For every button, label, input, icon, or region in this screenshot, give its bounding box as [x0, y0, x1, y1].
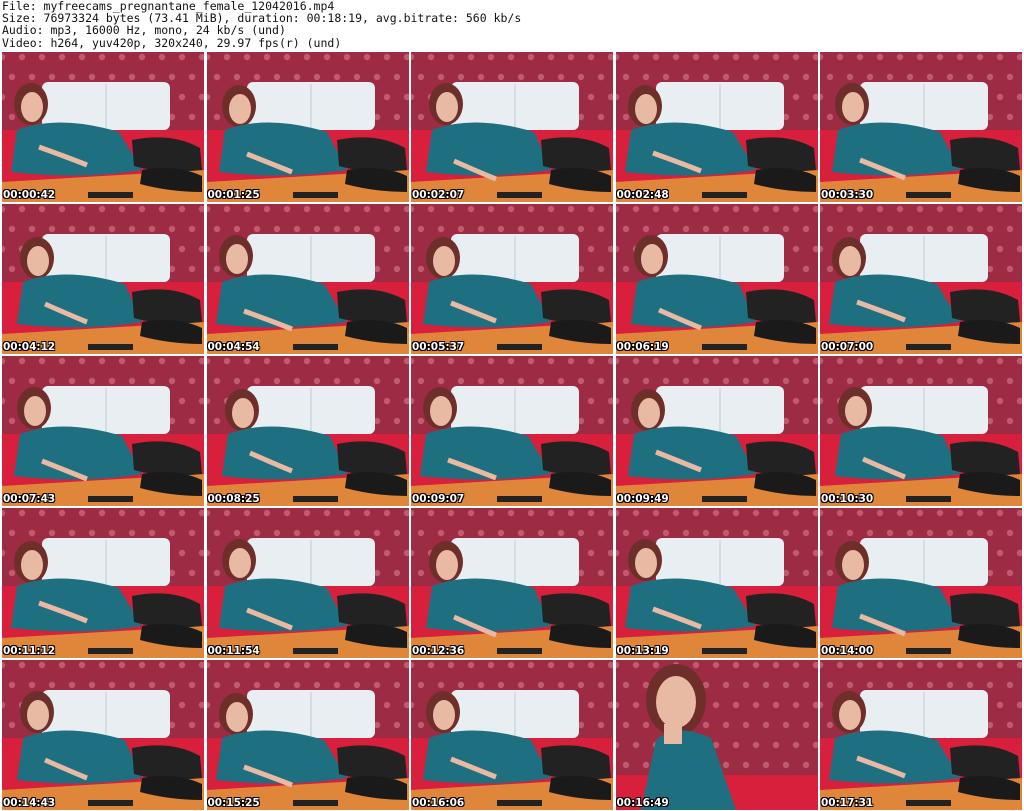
video-thumbnail: 00:09:07: [411, 356, 613, 506]
video-thumbnail: 00:01:25: [206, 52, 409, 202]
video-thumbnail: 00:09:49: [615, 356, 818, 506]
video-thumbnail: 00:16:49: [615, 660, 818, 810]
thumbnail-timestamp: 00:14:00: [821, 645, 874, 657]
thumbnail-timestamp: 00:00:42: [3, 189, 56, 201]
thumbnail-timestamp: 00:02:48: [616, 189, 669, 201]
video-thumbnail: 00:13:19: [615, 508, 818, 658]
thumbnail-timestamp: 00:04:12: [3, 341, 56, 353]
video-thumbnail: 00:05:37: [411, 204, 613, 354]
thumbnail-timestamp: 00:16:49: [616, 797, 669, 809]
video-thumbnail: 00:07:43: [2, 356, 204, 506]
video-thumbnail: 00:12:36: [411, 508, 613, 658]
thumbnail-timestamp: 00:07:00: [821, 341, 874, 353]
video-thumbnail: 00:11:54: [206, 508, 409, 658]
video-thumbnail: 00:16:06: [411, 660, 613, 810]
video-thumbnail: 00:03:30: [820, 52, 1022, 202]
video-thumbnail: 00:10:30: [820, 356, 1022, 506]
video-thumbnail: 00:14:43: [2, 660, 204, 810]
video-thumbnail: 00:00:42: [2, 52, 204, 202]
video-thumbnail: 00:11:12: [2, 508, 204, 658]
thumbnail-grid: 00:00:42 00:01:25 00:02:07 00:02:48 00:0…: [2, 52, 1022, 810]
thumbnail-timestamp: 00:04:54: [207, 341, 260, 353]
thumbnail-timestamp: 00:06:19: [616, 341, 669, 353]
thumbnail-timestamp: 00:09:07: [412, 493, 465, 505]
video-thumbnail: 00:15:25: [206, 660, 409, 810]
thumbnail-timestamp: 00:13:19: [616, 645, 669, 657]
thumbnail-timestamp: 00:02:07: [412, 189, 465, 201]
thumbnail-timestamp: 00:12:36: [412, 645, 465, 657]
video-thumbnail: 00:14:00: [820, 508, 1022, 658]
thumbnail-timestamp: 00:10:30: [821, 493, 874, 505]
video-thumbnail: 00:02:48: [615, 52, 818, 202]
thumbnail-timestamp: 00:05:37: [412, 341, 465, 353]
thumbnail-timestamp: 00:03:30: [821, 189, 874, 201]
audio-info-line: Audio: mp3, 16000 Hz, mono, 24 kb/s (und…: [2, 23, 286, 38]
thumbnail-timestamp: 00:07:43: [3, 493, 56, 505]
thumbnail-timestamp: 00:16:06: [412, 797, 465, 809]
video-info-line: Video: h264, yuv420p, 320x240, 29.97 fps…: [2, 35, 342, 50]
video-thumbnail: 00:04:54: [206, 204, 409, 354]
thumbnail-timestamp: 00:01:25: [207, 189, 260, 201]
thumbnail-timestamp: 00:11:12: [3, 645, 56, 657]
video-thumbnail: 00:07:00: [820, 204, 1022, 354]
thumbnail-timestamp: 00:09:49: [616, 493, 669, 505]
thumbnail-timestamp: 00:11:54: [207, 645, 260, 657]
video-thumbnail: 00:04:12: [2, 204, 204, 354]
thumbnail-timestamp: 00:17:31: [821, 797, 874, 809]
video-thumbnail: 00:06:19: [615, 204, 818, 354]
video-thumbnail: 00:17:31: [820, 660, 1022, 810]
thumbnail-timestamp: 00:14:43: [3, 797, 56, 809]
video-thumbnail: 00:02:07: [411, 52, 613, 202]
file-info-header: File: myfreecams_pregnantane_female_1204…: [2, 0, 1022, 52]
thumbnail-timestamp: 00:08:25: [207, 493, 260, 505]
video-thumbnail: 00:08:25: [206, 356, 409, 506]
thumbnail-timestamp: 00:15:25: [207, 797, 260, 809]
